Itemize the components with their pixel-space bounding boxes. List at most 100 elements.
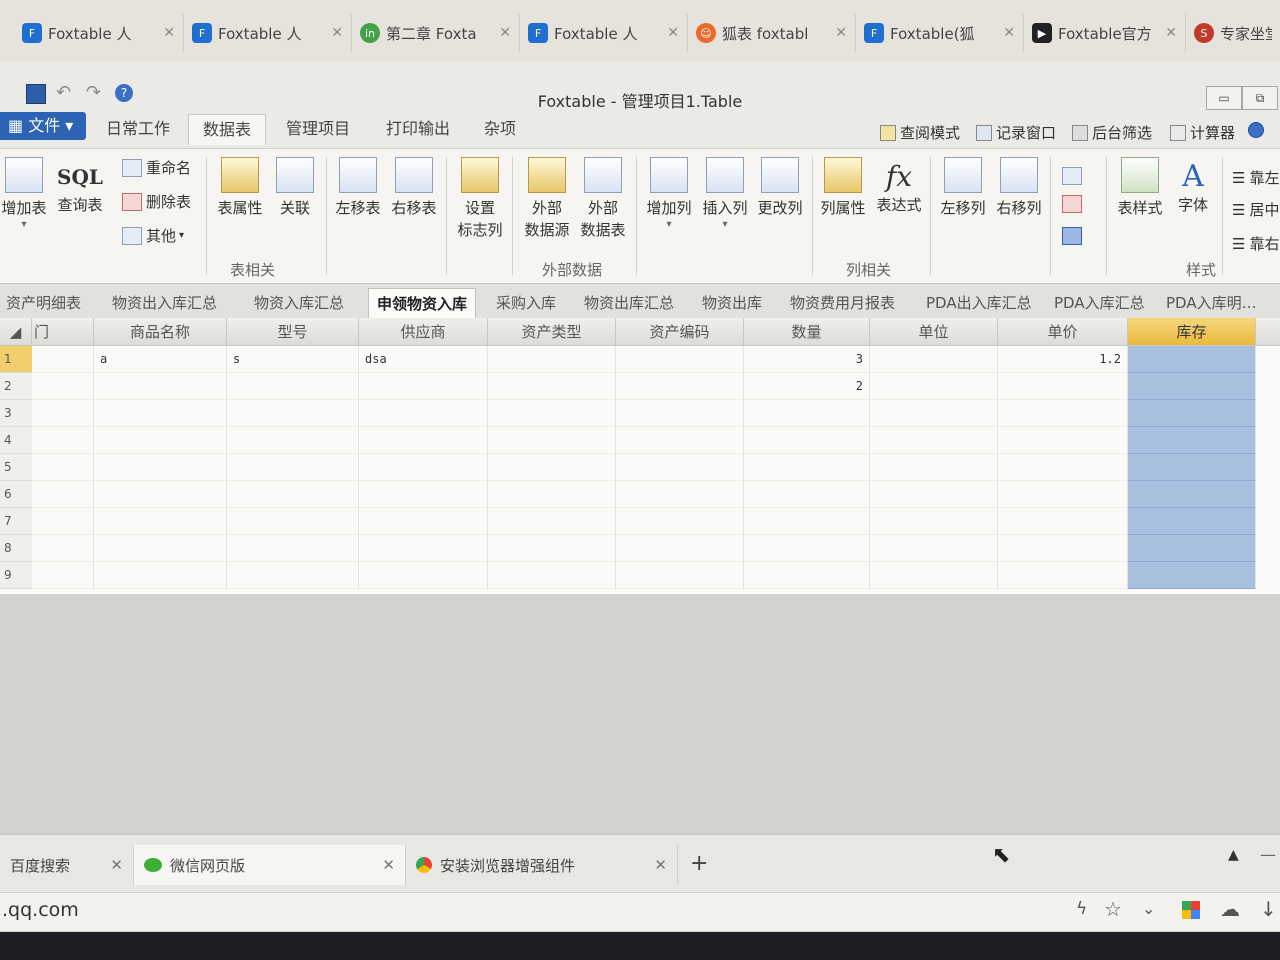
browser-tab[interactable]: F Foxtable(狐 ✕: [856, 14, 1024, 52]
lightning-icon[interactable]: ϟ: [1076, 899, 1087, 919]
grid-cell[interactable]: [32, 481, 94, 508]
grid-cell[interactable]: [998, 373, 1128, 400]
move-column-left-button[interactable]: 左移列: [936, 157, 990, 219]
grid-cell[interactable]: [94, 454, 227, 481]
sheet-tab[interactable]: PDA出入库汇总: [926, 288, 1032, 318]
grid-cell[interactable]: 2: [744, 373, 870, 400]
column-header[interactable]: 资产类型: [488, 318, 616, 346]
grid-cell[interactable]: [870, 346, 998, 373]
tab-data-table[interactable]: 数据表: [188, 114, 267, 145]
insert-column-button[interactable]: 插入列 ▾: [698, 157, 752, 230]
grid-cell[interactable]: [1128, 400, 1256, 427]
row-number[interactable]: 5: [0, 454, 32, 481]
grid-cell[interactable]: [227, 454, 359, 481]
align-center-button[interactable]: ☰ 居中: [1232, 199, 1279, 220]
close-icon[interactable]: ✕: [110, 856, 123, 874]
grid-cell[interactable]: [1128, 346, 1256, 373]
browser-tab[interactable]: in 第二章 Foxta ✕: [352, 14, 520, 52]
sheet-tab[interactable]: 物资费用月报表: [790, 288, 895, 318]
pin-icon[interactable]: ▲: [1228, 847, 1239, 863]
close-icon[interactable]: ✕: [667, 25, 679, 41]
grid-cell[interactable]: [870, 454, 998, 481]
rename-table-button[interactable]: 重命名: [122, 157, 191, 178]
grid-cell[interactable]: [1128, 481, 1256, 508]
grid-cell[interactable]: [359, 481, 488, 508]
close-icon[interactable]: ✕: [654, 856, 667, 874]
tab-print-output[interactable]: 打印输出: [372, 114, 464, 144]
column-tool-icon[interactable]: [1062, 167, 1082, 185]
browser-tab[interactable]: ☺ 狐表 foxtabl ✕: [688, 14, 856, 52]
chevron-down-icon[interactable]: ⌄: [1142, 899, 1155, 918]
cloud-icon[interactable]: ☁: [1220, 897, 1240, 921]
tab-daily-work[interactable]: 日常工作: [92, 114, 184, 144]
close-icon[interactable]: ✕: [1165, 25, 1177, 41]
column-header[interactable]: 资产编码: [616, 318, 744, 346]
grid-cell[interactable]: [94, 400, 227, 427]
url-field[interactable]: .qq.com: [2, 899, 79, 921]
grid-cell[interactable]: [616, 562, 744, 589]
grid-cell[interactable]: [488, 346, 616, 373]
other-menu-button[interactable]: 其他 ▾: [122, 225, 184, 246]
close-icon[interactable]: ✕: [331, 25, 343, 41]
grid-cell[interactable]: [488, 508, 616, 535]
grid-cell[interactable]: [359, 373, 488, 400]
font-button[interactable]: A 字体: [1170, 157, 1216, 216]
column-header[interactable]: 门: [32, 318, 94, 346]
row-number[interactable]: 6: [0, 481, 32, 508]
relation-button[interactable]: 关联: [270, 157, 320, 219]
browser-tab[interactable]: F Foxtable 人 ✕: [184, 14, 352, 52]
grid-cell[interactable]: [870, 535, 998, 562]
grid-cell[interactable]: [616, 508, 744, 535]
grid-cell[interactable]: [359, 508, 488, 535]
grid-cell[interactable]: [227, 562, 359, 589]
sheet-tab[interactable]: 物资出库汇总: [584, 288, 674, 318]
row-number[interactable]: 2: [0, 373, 32, 400]
column-properties-button[interactable]: 列属性: [816, 157, 870, 219]
grid-cell[interactable]: [998, 481, 1128, 508]
row-number[interactable]: 1: [0, 346, 32, 373]
grid-cell[interactable]: [744, 400, 870, 427]
grid-cell[interactable]: [744, 481, 870, 508]
row-number[interactable]: 3: [0, 400, 32, 427]
grid-cell[interactable]: [227, 535, 359, 562]
browser-tab[interactable]: F Foxtable 人 ✕: [520, 14, 688, 52]
close-icon[interactable]: ✕: [382, 856, 395, 874]
sheet-tab[interactable]: 物资出库: [702, 288, 762, 318]
new-tab-button[interactable]: +: [690, 851, 708, 876]
column-header[interactable]: 单价: [998, 318, 1128, 346]
column-remove-icon[interactable]: [1062, 195, 1082, 213]
view-mode-button[interactable]: 查阅模式: [880, 122, 960, 143]
grid-cell[interactable]: [227, 400, 359, 427]
sheet-tab[interactable]: 资产明细表: [6, 288, 81, 318]
grid-cell[interactable]: [359, 562, 488, 589]
record-window-button[interactable]: 记录窗口: [976, 122, 1056, 143]
column-header[interactable]: 型号: [227, 318, 359, 346]
grid-cell[interactable]: [616, 346, 744, 373]
star-icon[interactable]: ☆: [1104, 897, 1122, 921]
query-table-button[interactable]: SQL 查询表: [52, 157, 108, 216]
grid-cell[interactable]: [998, 454, 1128, 481]
grid-cell[interactable]: [227, 481, 359, 508]
change-column-button[interactable]: 更改列: [752, 157, 808, 219]
grid-cell[interactable]: [32, 427, 94, 454]
grid-cell[interactable]: s: [227, 346, 359, 373]
grid-cell[interactable]: [616, 400, 744, 427]
external-source-button[interactable]: 外部 数据源: [520, 157, 574, 241]
grid-cell[interactable]: [32, 373, 94, 400]
grid-cell[interactable]: [1128, 373, 1256, 400]
grid-cell[interactable]: [1128, 427, 1256, 454]
column-header-selected[interactable]: 库存: [1128, 318, 1256, 346]
grid-cell[interactable]: dsa: [359, 346, 488, 373]
grid-cell[interactable]: [870, 562, 998, 589]
browser-tab[interactable]: 安装浏览器增强组件 ✕: [406, 845, 678, 885]
calculator-button[interactable]: 计算器: [1170, 122, 1235, 143]
grid-cell[interactable]: [744, 454, 870, 481]
grid-cell[interactable]: [32, 400, 94, 427]
grid-cell[interactable]: [94, 481, 227, 508]
column-grid-icon[interactable]: [1062, 227, 1082, 245]
grid-cell[interactable]: [359, 454, 488, 481]
close-icon[interactable]: ✕: [499, 25, 511, 41]
column-header[interactable]: 商品名称: [94, 318, 227, 346]
external-table-button[interactable]: 外部 数据表: [576, 157, 630, 241]
grid-cell[interactable]: [488, 400, 616, 427]
